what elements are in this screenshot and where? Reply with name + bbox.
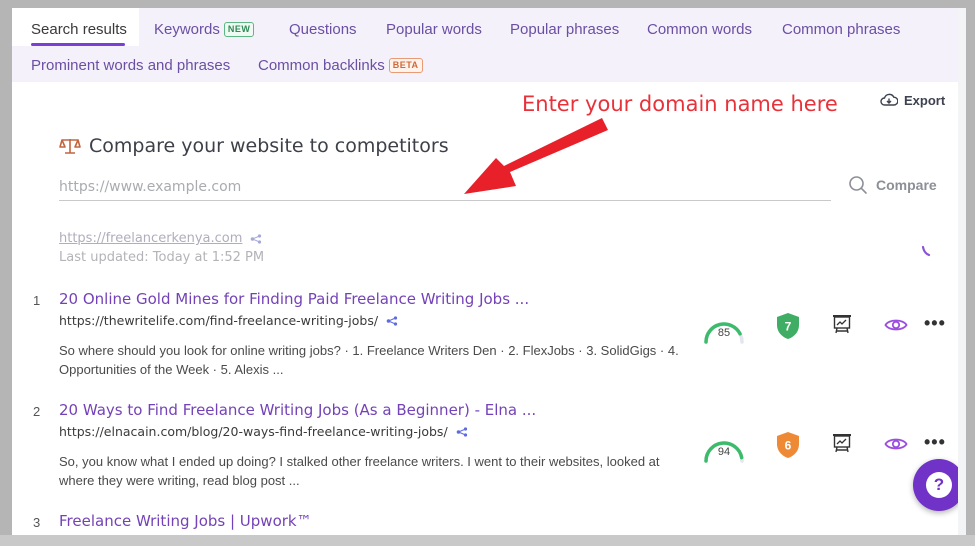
- tab-common-words[interactable]: Common words: [647, 18, 752, 40]
- tab-label: Common backlinks: [258, 56, 385, 74]
- tab-keywords[interactable]: Keywords NEW: [154, 18, 255, 40]
- help-button[interactable]: ?: [913, 459, 958, 511]
- result-url-text: https://elnacain.com/blog/20-ways-find-f…: [59, 424, 448, 439]
- shield-value: 7: [785, 320, 792, 334]
- tab-label: Popular words: [386, 20, 482, 38]
- tab-label: Popular phrases: [510, 20, 620, 38]
- compare-heading: Compare your website to competitors: [59, 135, 449, 157]
- more-options-icon[interactable]: •••: [924, 432, 946, 453]
- export-label: Export: [904, 92, 946, 108]
- score-value: 94: [717, 446, 731, 458]
- tab-label: Keywords: [154, 20, 220, 38]
- share-icon[interactable]: [386, 315, 398, 326]
- tab-label: Search results: [31, 20, 127, 38]
- eye-icon[interactable]: [884, 317, 908, 333]
- beta-badge: BETA: [388, 57, 423, 73]
- tab-label: Questions: [289, 20, 357, 38]
- tab-popular-phrases[interactable]: Popular phrases: [510, 18, 619, 40]
- scales-icon: [59, 139, 81, 154]
- share-icon[interactable]: [456, 426, 468, 437]
- shield-value: 6: [785, 439, 792, 453]
- compare-title: Compare your website to competitors: [89, 135, 449, 157]
- site-url: https://freelancerkenya.com: [59, 231, 243, 246]
- screen-bottom-edge: [0, 535, 975, 546]
- compare-button[interactable]: Compare: [848, 175, 937, 195]
- result-title-link[interactable]: Freelance Writing Jobs | Upwork™: [59, 512, 312, 530]
- tab-common-phrases[interactable]: Common phrases: [782, 18, 900, 40]
- result-title-link[interactable]: 20 Ways to Find Freelance Writing Jobs (…: [59, 401, 536, 419]
- competitor-url-input[interactable]: [59, 174, 831, 201]
- result-snippet: So, you know what I ended up doing? I st…: [59, 454, 660, 488]
- presentation-chart-icon[interactable]: [831, 313, 853, 335]
- share-icon[interactable]: [250, 233, 262, 244]
- score-gauge: 94: [702, 437, 746, 463]
- presentation-chart-icon[interactable]: [831, 432, 853, 454]
- tab-label: Prominent words and phrases: [31, 56, 231, 74]
- tab-questions[interactable]: Questions: [289, 18, 357, 40]
- result-rank: 3: [33, 515, 41, 530]
- cloud-download-icon: [880, 93, 898, 106]
- result-url: https://thewritelife.com/find-freelance-…: [59, 313, 398, 328]
- result-rank: 1: [33, 293, 41, 308]
- eye-icon[interactable]: [884, 436, 908, 452]
- export-button[interactable]: Export: [880, 92, 945, 108]
- tab-label: Common phrases: [782, 20, 901, 38]
- shield-badge-icon: 6: [777, 432, 799, 458]
- site-url-link[interactable]: https://freelancerkenya.com: [59, 231, 262, 246]
- result-title-link[interactable]: 20 Online Gold Mines for Finding Paid Fr…: [59, 290, 529, 308]
- tab-prominent-words[interactable]: Prominent words and phrases: [31, 54, 230, 76]
- result-snippet: So where should you look for online writ…: [59, 343, 679, 377]
- more-options-icon[interactable]: •••: [924, 313, 946, 334]
- result-rank: 2: [33, 404, 41, 419]
- tab-label: Common words: [647, 20, 753, 38]
- compare-label: Compare: [876, 177, 937, 193]
- loading-spinner-icon: [921, 245, 931, 257]
- app-window: Search results Keywords NEW Questions Po…: [12, 8, 966, 536]
- tab-common-backlinks[interactable]: Common backlinks BETA: [258, 54, 423, 76]
- tab-popular-words[interactable]: Popular words: [386, 18, 482, 40]
- result-url: https://elnacain.com/blog/20-ways-find-f…: [59, 424, 468, 439]
- active-tab-indicator: [31, 43, 125, 46]
- tab-bar: Search results Keywords NEW Questions Po…: [12, 8, 958, 82]
- score-value: 85: [717, 327, 731, 339]
- score-gauge: 85: [702, 318, 746, 344]
- shield-badge-icon: 7: [777, 313, 799, 339]
- tab-search-results[interactable]: Search results: [31, 18, 127, 40]
- last-updated: Last updated: Today at 1:52 PM: [59, 250, 265, 265]
- search-icon: [849, 176, 867, 194]
- result-url-text: https://thewritelife.com/find-freelance-…: [59, 313, 379, 328]
- new-badge: NEW: [223, 21, 255, 37]
- question-icon: ?: [926, 472, 952, 498]
